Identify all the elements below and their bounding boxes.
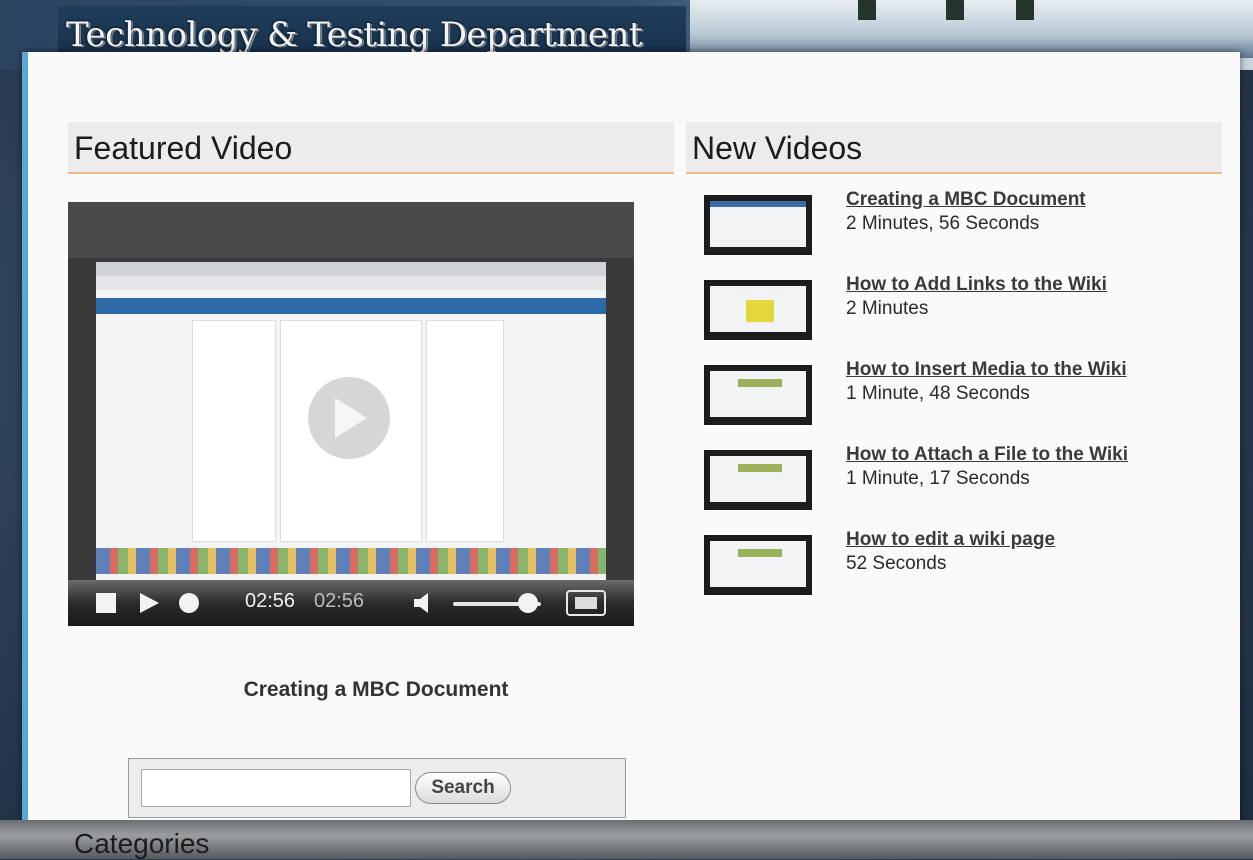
frame-dock [96,548,606,574]
frame-header [96,298,606,314]
frame-toolbar [96,276,606,290]
play-overlay-button[interactable] [308,377,390,459]
search-input[interactable] [141,769,411,807]
featured-video-caption: Creating a MBC Document [243,678,509,701]
play-icon [335,398,367,438]
video-player[interactable]: 02:56 02:56 [68,202,634,626]
banner-photo-detail [858,0,876,20]
new-video-item[interactable]: Creating a MBC Document 2 Minutes, 56 Se… [704,189,1224,257]
new-video-item[interactable]: How to Add Links to the Wiki 2 Minutes [704,274,1224,342]
new-video-item[interactable]: How to Attach a File to the Wiki 1 Minut… [704,444,1224,512]
categories-heading: Categories [74,828,210,859]
search-form: Search [128,758,626,818]
new-videos-heading: New Videos [686,122,1222,174]
banner-photo-detail [946,0,964,20]
search-button[interactable]: Search [415,772,511,804]
banner-photo-detail [1016,0,1034,20]
video-thumbnail[interactable] [704,280,812,340]
frame-titlebar [96,262,606,276]
video-link[interactable]: How to Insert Media to the Wiki [846,359,1127,381]
frame-sidebar [192,320,276,542]
volume-slider-knob[interactable] [517,593,538,613]
video-thumbnail[interactable] [704,450,812,510]
player-top-bar [68,202,634,258]
video-link[interactable]: How to Attach a File to the Wiki [846,444,1128,466]
new-video-item[interactable]: How to Insert Media to the Wiki 1 Minute… [704,359,1224,427]
banner-photo [690,0,1253,58]
time-total: 02:56 [314,590,365,612]
video-duration: 2 Minutes [846,298,929,319]
video-duration: 1 Minute, 17 Seconds [846,468,1030,489]
seek-knob-icon[interactable] [178,592,200,614]
video-thumbnail[interactable] [704,195,812,255]
video-thumbnail[interactable] [704,365,812,425]
video-duration: 2 Minutes, 56 Seconds [846,213,1040,234]
video-link[interactable]: How to Add Links to the Wiki [846,274,1107,296]
player-controls: 02:56 02:56 [68,580,634,626]
frame-rightbar [426,320,504,542]
video-thumbnail[interactable] [704,535,812,595]
new-video-item[interactable]: How to edit a wiki page 52 Seconds [704,529,1224,597]
stop-icon[interactable] [96,593,116,613]
video-duration: 52 Seconds [846,553,947,574]
fullscreen-button[interactable] [566,590,606,616]
video-duration: 1 Minute, 48 Seconds [846,383,1030,404]
volume-icon[interactable] [414,593,436,613]
video-link[interactable]: Creating a MBC Document [846,189,1086,211]
featured-video-heading: Featured Video [68,122,674,174]
video-link[interactable]: How to edit a wiki page [846,529,1055,551]
time-current: 02:56 [245,590,296,612]
play-icon[interactable] [138,592,160,614]
